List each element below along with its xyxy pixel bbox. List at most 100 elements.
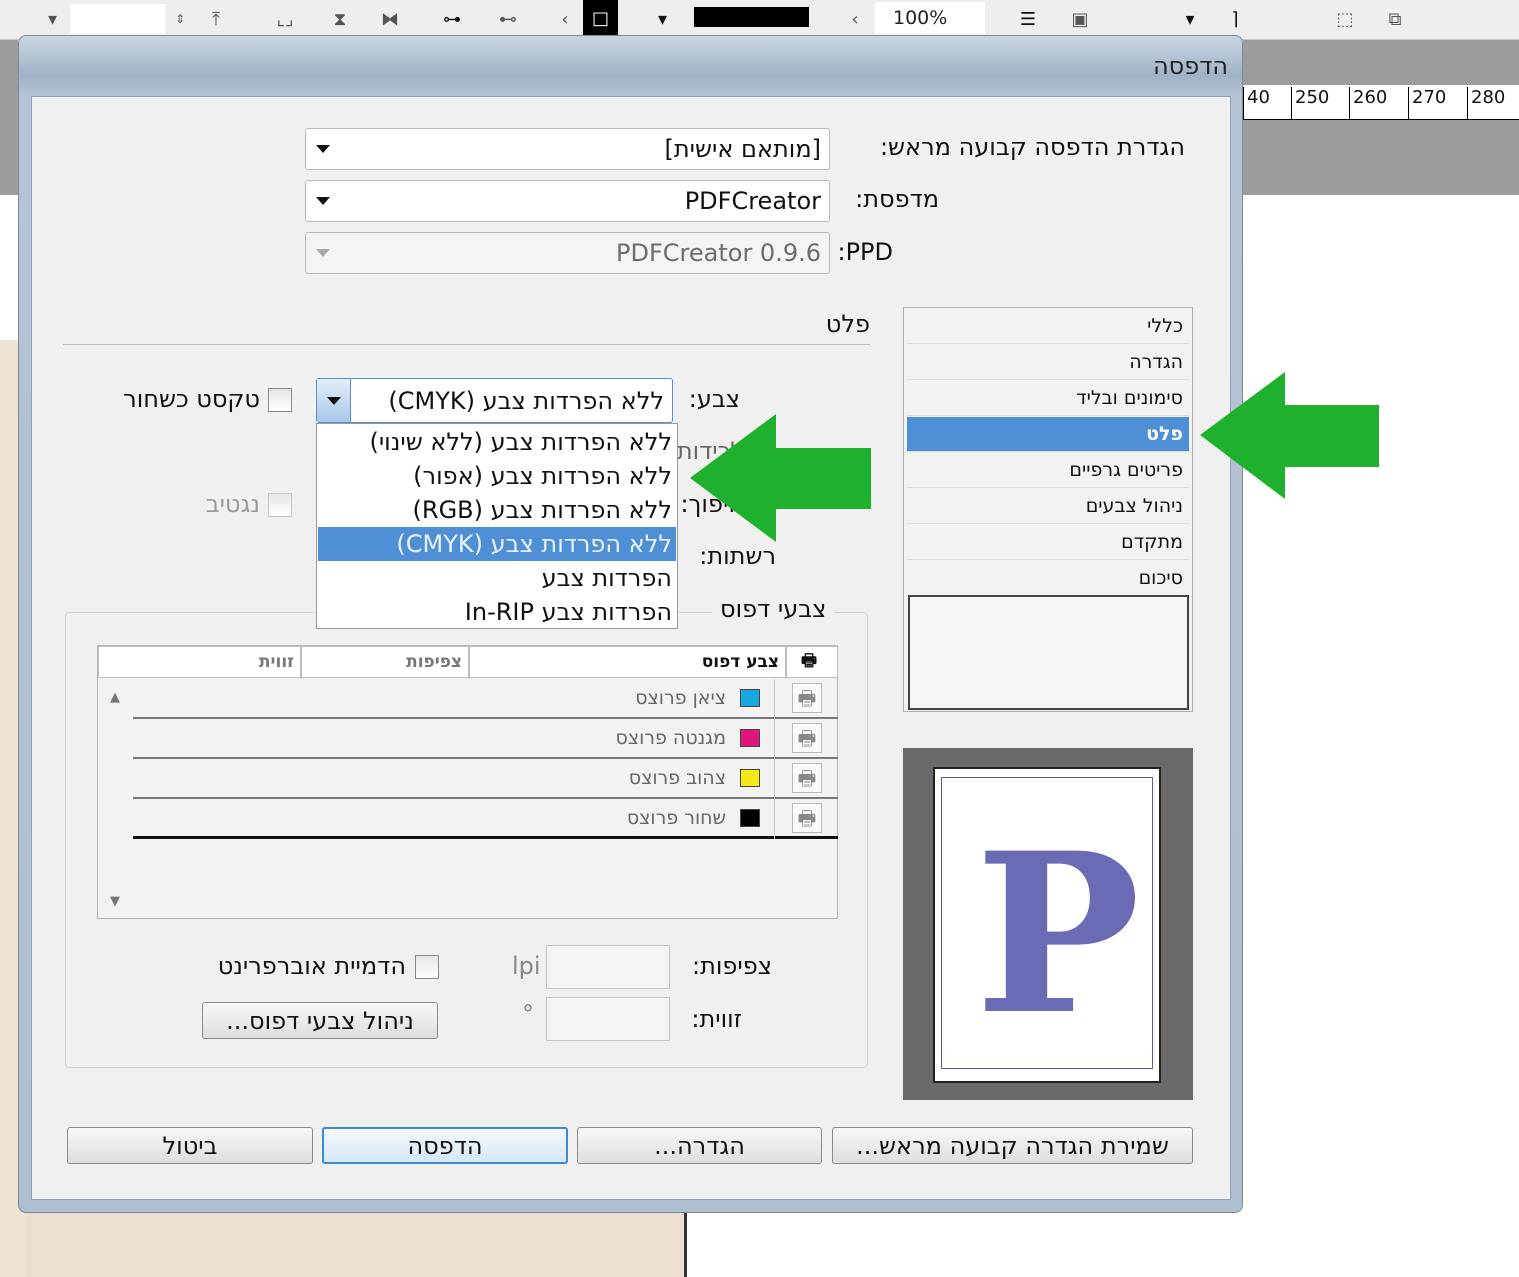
zoom-field[interactable]: 100%	[875, 2, 985, 34]
inks-table: 🖶 צבע דפוס צפיפות זווית ▲ ▼ 🖶 ציאן פרוצס …	[97, 645, 838, 919]
chevron-down-icon	[316, 249, 330, 257]
category-color-management[interactable]: ניהול צבעים	[907, 489, 1189, 524]
screening-label: רשתות:	[699, 542, 776, 570]
category-summary[interactable]: סיכום	[907, 561, 1189, 596]
hierarchy-icon[interactable]: ⊶	[432, 4, 472, 34]
color-dropdown-button[interactable]	[317, 379, 351, 422]
printer-icon[interactable]: 🖶	[792, 723, 822, 753]
column-ink[interactable]: צבע דפוס	[469, 646, 786, 678]
ppd-select[interactable]: PDFCreator 0.9.6	[305, 232, 830, 274]
color-option[interactable]: ללא הפרדות צבע (אפור)	[318, 459, 676, 493]
angle-label: זווית:	[691, 1005, 742, 1033]
preset-select[interactable]: [מותאם אישית]	[305, 128, 830, 170]
dropdown-arrow-icon[interactable]: ▾	[1175, 4, 1205, 34]
crop-corners-icon[interactable]: ⌞⌟	[255, 4, 315, 34]
ink-name: שחור פרוצס	[626, 807, 726, 829]
preset-label: הגדרת הדפסה קבועה מראש:	[879, 133, 1185, 161]
document-page	[25, 1210, 687, 1277]
chevron-left-icon[interactable]: ‹	[845, 4, 865, 34]
color-option[interactable]: ללא הפרדות צבע (RGB)	[318, 493, 676, 527]
section-title: פלט	[825, 310, 870, 338]
corner-icon[interactable]: ⌉	[1215, 4, 1255, 34]
ink-manager-button[interactable]: ניהול צבעי דפוס...	[202, 1002, 438, 1039]
color-option[interactable]: ללא הפרדות צבע (ללא שינוי)	[318, 425, 676, 459]
color-option[interactable]: הפרדות צבע In-RIP	[318, 595, 676, 629]
horizontal-ruler[interactable]: 40 250 260 270 280	[1243, 85, 1519, 120]
print-icon[interactable]: 🖶	[786, 646, 838, 678]
stroke-dropdown-icon[interactable]: ▾	[650, 4, 675, 34]
chevron-down-icon	[316, 197, 330, 205]
setup-button[interactable]: הגדרה...	[577, 1127, 822, 1164]
print-button[interactable]: הדפסה	[322, 1127, 568, 1164]
pasteboard	[0, 40, 18, 195]
ink-row[interactable]: 🖶 מגנטה פרוצס	[133, 719, 838, 759]
ink-swatch	[740, 689, 760, 707]
frequency-unit: lpi	[512, 952, 541, 980]
ruler-tick: 250	[1291, 87, 1329, 119]
color-option-selected[interactable]: ללא הפרדות צבע (CMYK)	[318, 527, 676, 561]
toolbar-field[interactable]	[70, 4, 165, 34]
flip-vertical-icon[interactable]: ⧗	[322, 4, 358, 34]
page-preview: P	[903, 748, 1193, 1100]
ink-row[interactable]: 🖶 שחור פרוצס	[133, 799, 838, 839]
stepper-icon[interactable]: ⇕	[170, 4, 190, 34]
printer-label: מדפסת:	[855, 185, 939, 213]
printer-icon[interactable]: 🖶	[792, 803, 822, 833]
app-toolbar: ▾ ⇕ ⤒ ⌞⌟ ⧗ ⧓ ⊶ ⊷ ‹ □ ▾ ‹ 100% ☰ ▣ ▾ ⌉ ⬚ …	[0, 0, 1519, 40]
printer-value: PDFCreator	[684, 187, 821, 215]
green-arrow-icon	[1200, 372, 1379, 499]
column-angle[interactable]: זווית	[98, 646, 301, 678]
category-advanced[interactable]: מתקדם	[907, 525, 1189, 560]
stroke-weight-swatch[interactable]	[694, 7, 809, 27]
printer-icon[interactable]: 🖶	[792, 763, 822, 793]
ppd-label: PPD:	[837, 238, 893, 266]
angle-unit: °	[522, 1000, 534, 1028]
angle-input[interactable]	[546, 997, 670, 1041]
stroke-icon[interactable]: □	[583, 0, 618, 36]
frame-add-icon[interactable]: ⬚	[1325, 4, 1365, 34]
ruler-tick: 260	[1349, 87, 1387, 119]
cancel-button[interactable]: ביטול	[67, 1127, 313, 1164]
chevron-down-icon	[327, 396, 341, 405]
scroll-down-icon[interactable]: ▼	[110, 894, 120, 909]
dropdown-arrow-icon[interactable]: ▾	[40, 4, 65, 34]
frame-fitting-icon[interactable]: ▣	[1062, 4, 1098, 34]
section-divider	[63, 344, 870, 345]
color-dropdown-list: ללא הפרדות צבע (ללא שינוי) ללא הפרדות צב…	[316, 423, 678, 629]
color-select[interactable]: ללא הפרדות צבע (CMYK)	[316, 378, 673, 423]
ink-row[interactable]: 🖶 צהוב פרוצס	[133, 759, 838, 799]
frame-rotate-icon[interactable]: ⧉	[1375, 4, 1415, 34]
ruler-tick: 270	[1408, 87, 1446, 119]
category-list: כללי הגדרה סימונים ובליד פלט פריטים גרפי…	[903, 307, 1193, 712]
ppd-value: PDFCreator 0.9.6	[616, 239, 821, 267]
preview-page: P	[933, 767, 1161, 1083]
ink-name: מגנטה פרוצס	[615, 727, 726, 749]
inks-group-title: צבעי דפוס	[712, 595, 835, 623]
flip-horizontal-icon[interactable]: ⧓	[372, 4, 408, 34]
scroll-up-icon[interactable]: ▲	[110, 690, 120, 705]
negative-checkbox[interactable]	[268, 493, 292, 517]
chevron-left-icon[interactable]: ‹	[555, 4, 575, 34]
color-option[interactable]: הפרדות צבע	[318, 561, 676, 595]
align-top-icon[interactable]: ⤒	[200, 4, 232, 34]
frequency-input[interactable]	[546, 945, 670, 989]
ink-swatch	[740, 809, 760, 827]
ink-name: צהוב פרוצס	[628, 767, 726, 789]
text-wrap-icon[interactable]: ☰	[1010, 4, 1046, 34]
printer-icon[interactable]: 🖶	[792, 683, 822, 713]
save-preset-button[interactable]: שמירת הגדרה קבועה מראש...	[832, 1127, 1193, 1164]
ink-row[interactable]: 🖶 ציאן פרוצס	[133, 679, 838, 719]
category-graphics[interactable]: פריטים גרפיים	[907, 453, 1189, 488]
column-frequency[interactable]: צפיפות	[301, 646, 469, 678]
text-as-black-checkbox[interactable]	[268, 388, 292, 412]
overprint-checkbox[interactable]	[415, 955, 439, 979]
category-marks-bleed[interactable]: סימונים ובליד	[907, 381, 1189, 416]
ruler-tick: 40	[1243, 87, 1270, 119]
category-output[interactable]: פלט	[907, 417, 1189, 452]
printer-select[interactable]: PDFCreator	[305, 180, 830, 222]
hierarchy-down-icon[interactable]: ⊷	[490, 4, 526, 34]
ink-swatch	[740, 729, 760, 747]
category-general[interactable]: כללי	[907, 309, 1189, 344]
category-setup[interactable]: הגדרה	[907, 345, 1189, 380]
text-as-black-label: טקסט כשחור	[123, 385, 260, 413]
